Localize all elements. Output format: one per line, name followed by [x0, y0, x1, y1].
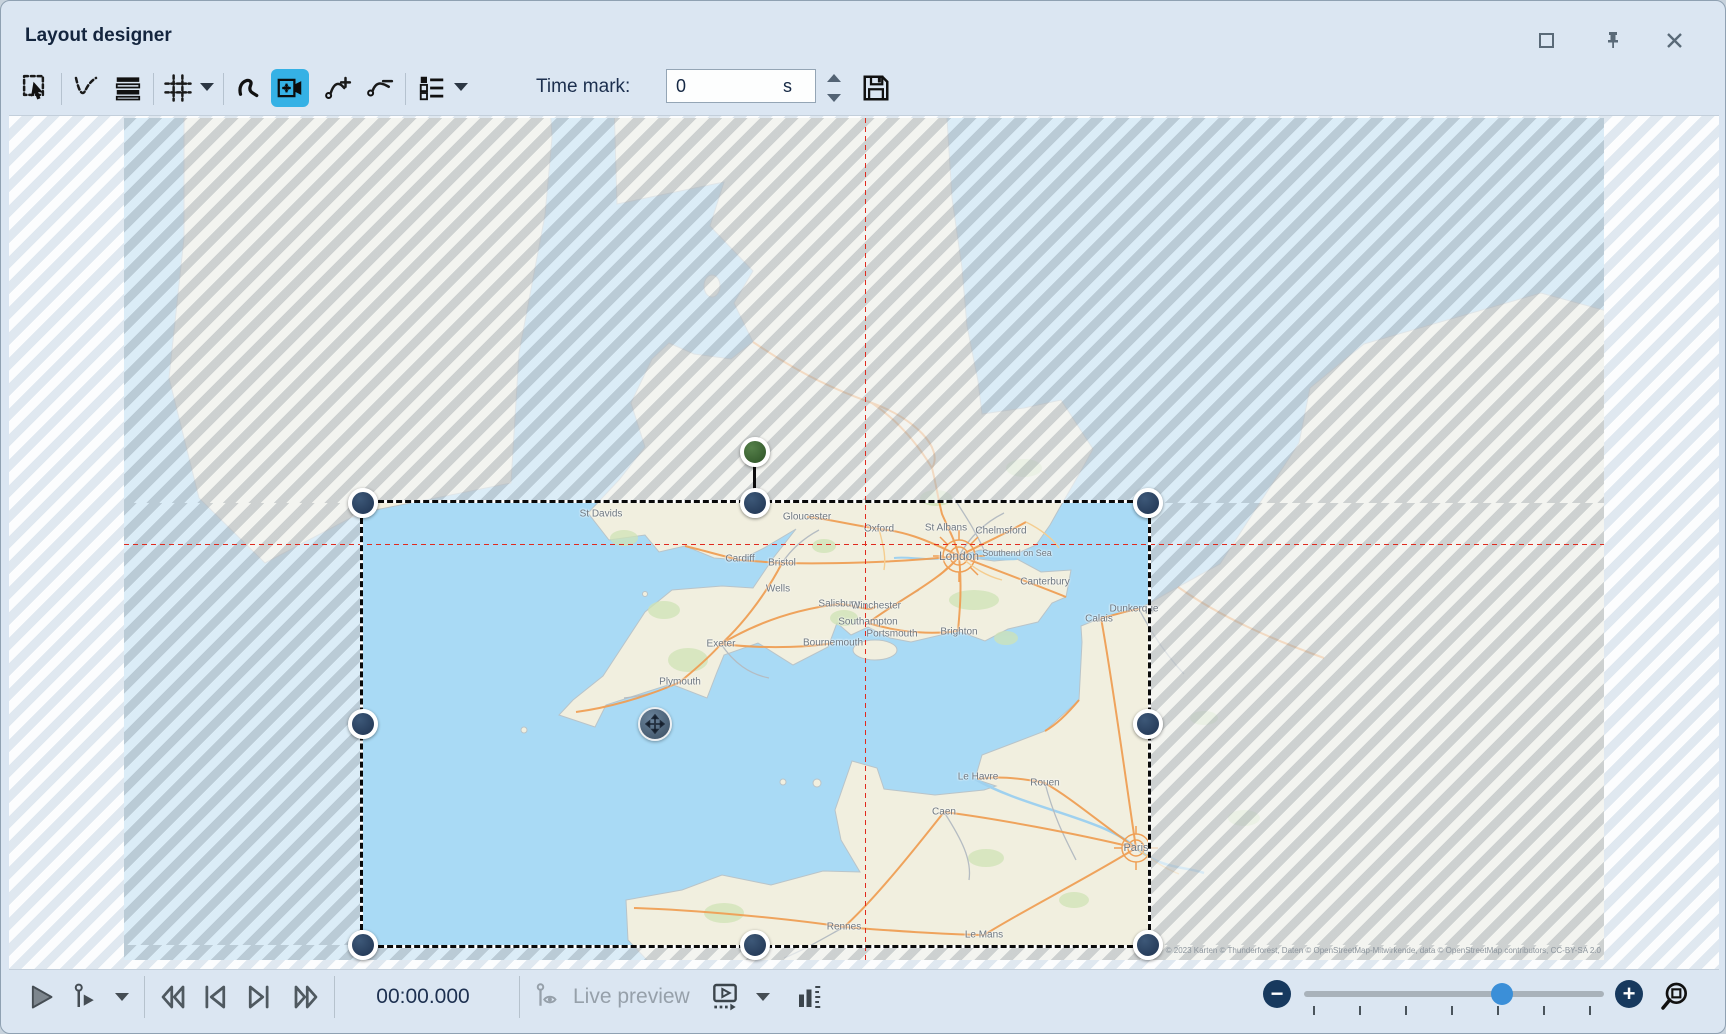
track-list-dropdown-arrow[interactable]	[454, 83, 468, 91]
resize-handle-bottom-right[interactable]	[1133, 930, 1163, 960]
previous-frame-icon	[200, 982, 230, 1012]
select-tool-button[interactable]	[17, 69, 55, 107]
time-mark-unit: s	[783, 76, 792, 97]
close-button[interactable]	[1661, 27, 1687, 53]
toolbar-separator	[223, 73, 224, 105]
maximize-button[interactable]	[1533, 27, 1559, 53]
toolbar-separator	[153, 73, 154, 105]
zoom-control: − +	[1263, 973, 1703, 1025]
zoom-slider-thumb[interactable]	[1491, 983, 1513, 1005]
play-from-mark-icon	[70, 982, 100, 1012]
statistics-icon	[794, 982, 824, 1012]
resize-handle-top-left[interactable]	[348, 488, 378, 518]
toolbar: Time mark: s	[1, 63, 1725, 113]
rewind-icon	[158, 982, 188, 1012]
rewind-button[interactable]	[153, 977, 193, 1017]
zoom-fit-icon	[1659, 980, 1691, 1012]
zoom-in-button[interactable]: +	[1615, 980, 1643, 1008]
toolbar-separator	[405, 73, 406, 105]
camera-move-tool-button[interactable]	[271, 69, 309, 107]
play-from-mark-button[interactable]	[65, 977, 105, 1017]
layout-designer-window: Layout designer	[0, 0, 1726, 1034]
preview-options-dropdown-arrow[interactable]	[756, 993, 770, 1001]
resize-handle-middle-left[interactable]	[348, 709, 378, 739]
time-mark-spinner[interactable]	[823, 71, 845, 105]
remove-keyframe-button[interactable]	[361, 69, 399, 107]
transport-separator	[519, 976, 520, 1018]
tracks-rows-button[interactable]	[109, 69, 147, 107]
grid-icon	[163, 73, 193, 103]
spinner-down-icon[interactable]	[827, 94, 841, 102]
spline-select-tool-button[interactable]	[67, 69, 105, 107]
zoom-slider-track[interactable]	[1304, 991, 1604, 997]
curve-remove-icon	[365, 73, 395, 103]
hatch-overlay-left	[124, 503, 363, 945]
grid-snap-button[interactable]	[159, 69, 197, 107]
resize-handle-top-center[interactable]	[740, 488, 770, 518]
play-button[interactable]	[21, 977, 61, 1017]
pin-button[interactable]	[1600, 27, 1626, 53]
selection-border[interactable]	[360, 500, 1151, 948]
map-attribution: © 2023 Karten © Thunderforest, Daten © O…	[1166, 946, 1601, 955]
zoom-out-button[interactable]: −	[1263, 980, 1291, 1008]
camera-move-icon	[275, 73, 305, 103]
track-list-button[interactable]	[413, 69, 451, 107]
move-arrows-icon	[644, 713, 666, 735]
hatch-overlay-right	[1148, 503, 1604, 945]
preview-render-icon	[709, 981, 741, 1013]
next-frame-icon	[244, 982, 274, 1012]
transport-separator	[334, 976, 335, 1018]
zoom-fit-button[interactable]	[1655, 976, 1695, 1016]
fast-forward-button[interactable]	[286, 977, 326, 1017]
close-icon	[1666, 32, 1683, 49]
maximize-icon	[1538, 32, 1555, 49]
select-rect-icon	[21, 73, 51, 103]
play-options-dropdown-arrow[interactable]	[115, 993, 129, 1001]
pin-icon	[1604, 31, 1622, 49]
grid-dropdown-arrow[interactable]	[200, 83, 214, 91]
zoom-ticks	[1313, 1006, 1591, 1015]
time-mark-input[interactable]	[666, 69, 816, 103]
curve-tool-button[interactable]	[229, 69, 267, 107]
rotation-handle[interactable]	[740, 437, 770, 467]
resize-handle-bottom-left[interactable]	[348, 930, 378, 960]
move-handle[interactable]	[638, 707, 672, 741]
layout-canvas[interactable]: St DavidsGloucesterOxfordSt AlbansChelms…	[9, 115, 1719, 970]
play-icon	[27, 983, 55, 1011]
transport-bar: 00:00.000 Live preview	[1, 969, 1725, 1033]
spinner-up-icon[interactable]	[827, 74, 841, 82]
resize-handle-top-right[interactable]	[1133, 488, 1163, 518]
next-frame-button[interactable]	[239, 977, 279, 1017]
previous-frame-button[interactable]	[195, 977, 235, 1017]
add-keyframe-button[interactable]	[319, 69, 357, 107]
preview-render-button[interactable]	[705, 977, 745, 1017]
list-icon	[417, 73, 447, 103]
titlebar: Layout designer	[1, 1, 1725, 59]
resize-handle-middle-right[interactable]	[1133, 709, 1163, 739]
window-title: Layout designer	[25, 25, 172, 47]
transport-separator	[144, 976, 145, 1018]
live-preview-icon	[533, 982, 563, 1012]
resize-handle-bottom-center[interactable]	[740, 930, 770, 960]
curve-icon	[233, 73, 263, 103]
rows-icon	[113, 73, 143, 103]
save-icon	[861, 73, 891, 103]
spline-dashed-icon	[71, 73, 101, 103]
curve-add-icon	[323, 73, 353, 103]
live-preview-label: Live preview	[573, 985, 690, 1009]
time-display: 00:00.000	[363, 985, 483, 1009]
hatch-overlay-top	[124, 118, 1604, 503]
toolbar-separator	[61, 73, 62, 105]
time-mark-label: Time mark:	[536, 76, 630, 98]
fast-forward-icon	[291, 982, 321, 1012]
save-layout-button[interactable]	[857, 69, 895, 107]
statistics-button[interactable]	[789, 977, 829, 1017]
live-preview-toggle[interactable]: Live preview	[533, 977, 690, 1017]
